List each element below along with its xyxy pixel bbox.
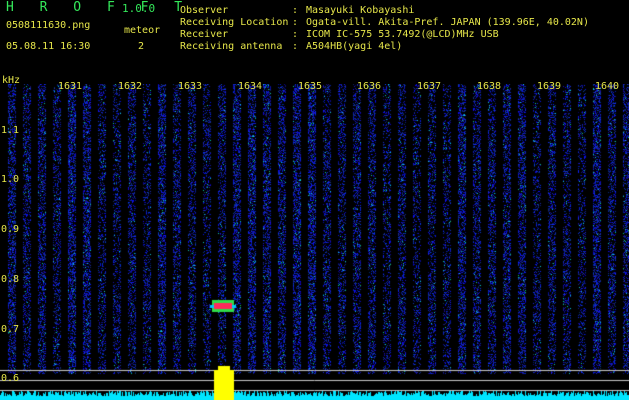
time-tick-label: 1639	[537, 81, 562, 92]
header-panel: H R O F F T 1.0.0 0508111630.png 05.08.1…	[0, 0, 629, 75]
receiver-value: ICOM IC-575 53.7492(@LCD)MHz USB	[306, 29, 499, 40]
location-value: Ogata-vill. Akita-Pref. JAPAN (139.96E, …	[306, 17, 589, 28]
spectrogram-canvas	[0, 84, 629, 400]
time-tick-label: 1635	[298, 81, 323, 92]
time-tick-label: 1633	[178, 81, 203, 92]
observer-value: Masayuki Kobayashi	[306, 5, 415, 16]
time-tick-label: 1632	[118, 81, 143, 92]
colon: :	[292, 5, 299, 16]
receiver-label: Receiver	[180, 29, 229, 40]
frequency-unit-label: kHz	[2, 75, 21, 86]
freq-tick-label: 0.7	[1, 324, 20, 335]
freq-tick-label: 0.6	[1, 373, 20, 384]
colon: :	[292, 41, 299, 52]
time-tick-label: 1634	[238, 81, 263, 92]
freq-tick-label: 0.9	[1, 224, 20, 235]
meteor-label: meteor	[124, 25, 161, 36]
colon: :	[292, 17, 299, 28]
colon: :	[292, 29, 299, 40]
observer-label: Observer	[180, 5, 229, 16]
time-tick-label: 1638	[477, 81, 502, 92]
app-title: H R O F F T	[6, 0, 192, 15]
time-tick-label: 1640	[595, 81, 620, 92]
time-tick-label: 1637	[417, 81, 442, 92]
datetime-label: 05.08.11 16:30	[6, 41, 91, 52]
time-tick-label: 1636	[357, 81, 382, 92]
meteor-count: 2	[138, 41, 145, 52]
app-version: 1.0.0	[122, 2, 156, 15]
antenna-label: Receiving antenna	[180, 41, 283, 52]
freq-tick-label: 0.8	[1, 274, 20, 285]
antenna-value: A504HB(yagi 4el)	[306, 41, 403, 52]
time-tick-label: 1631	[58, 81, 83, 92]
filename-label: 0508111630.png	[6, 20, 91, 31]
freq-tick-label: 1.0	[1, 174, 20, 185]
freq-tick-label: 1.1	[1, 125, 20, 136]
location-label: Receiving Location	[180, 17, 289, 28]
